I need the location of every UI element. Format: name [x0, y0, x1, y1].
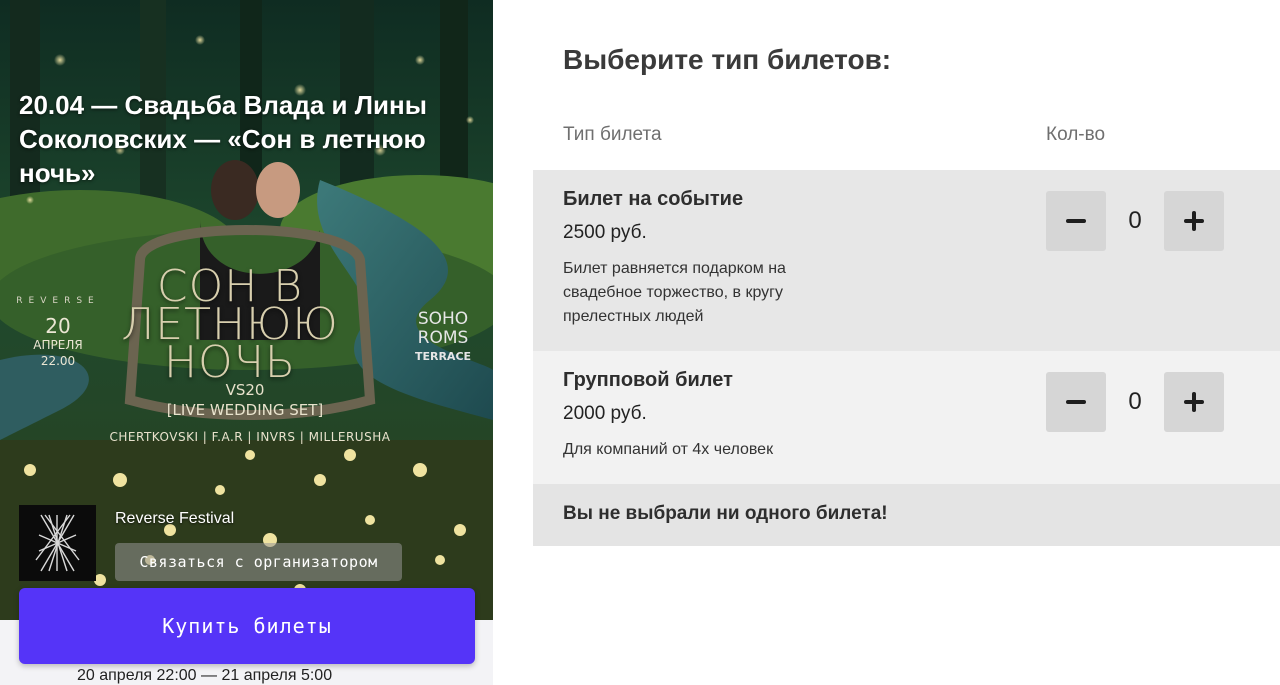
buy-tickets-button[interactable]: Купить билеты: [19, 588, 475, 664]
ticket-name: Групповой билет: [563, 369, 733, 391]
organizer-avatar[interactable]: [19, 505, 96, 581]
poster-headline: СОН В ЛЕТНЮЮ НОЧЬ: [121, 261, 339, 388]
selection-status-text: Вы не выбрали ни одного билета!: [563, 503, 888, 524]
ticket-price: 2500 руб.: [563, 222, 647, 243]
ticket-price: 2000 руб.: [563, 403, 647, 424]
poster-set: VS20 [LIVE WEDDING SET]: [130, 380, 360, 420]
reverse-logo-icon: [35, 514, 80, 572]
event-title: 20.04 — Свадьба Влада и Лины Соколовских…: [19, 90, 427, 188]
ticket-name: Билет на событие: [563, 188, 744, 210]
ticket-row: Групповой билет 2000 руб. Для компаний о…: [533, 351, 1280, 484]
plus-icon: [1184, 211, 1204, 231]
tickets-title: Выберите тип билетов:: [563, 44, 892, 75]
event-dates: 20 апреля 22:00 — 21 апреля 5:00: [77, 667, 333, 684]
plus-icon: [1184, 392, 1204, 412]
organizer-name[interactable]: Reverse Festival: [115, 510, 234, 528]
ticket-description: Для компаний от 4х человек: [563, 441, 774, 458]
poster-day: 20: [45, 314, 71, 338]
decrease-quantity-button[interactable]: [1046, 191, 1106, 251]
event-poster-panel: 20.04 — Свадьба Влада и Лины Соколовских…: [0, 0, 493, 685]
poster-set-name: VS20: [225, 381, 265, 399]
poster-time: 22.00: [40, 354, 76, 368]
selection-status-bar: Вы не выбрали ни одного билета!: [533, 484, 1280, 546]
ticket-description: Билет равняется подарком на свадебное то…: [563, 260, 786, 325]
minus-icon: [1066, 400, 1086, 404]
column-header-qty: Кол-во: [1046, 124, 1106, 145]
poster-lineup: CHERTKOVSKI | F.A.R | INVRS | MILLERUSHA: [109, 430, 391, 444]
quantity-value: 0: [1128, 388, 1142, 415]
contact-organizer-button[interactable]: Связаться с организатором: [115, 543, 402, 581]
quantity-value: 0: [1128, 207, 1142, 234]
poster-venue-sub: TERRACE: [414, 350, 472, 363]
increase-quantity-button[interactable]: [1164, 372, 1224, 432]
poster-venue: SOHO ROMS: [417, 309, 469, 348]
decrease-quantity-button[interactable]: [1046, 372, 1106, 432]
minus-icon: [1066, 219, 1086, 223]
poster-month: АПРЕЛЯ: [33, 338, 83, 352]
ticket-row: Билет на событие 2500 руб. Билет равняет…: [533, 170, 1280, 351]
increase-quantity-button[interactable]: [1164, 191, 1224, 251]
poster-brand: REVERSE: [16, 296, 100, 306]
column-header-type: Тип билета: [563, 124, 662, 145]
ticket-page: 20.04 — Свадьба Влада и Лины Соколовских…: [0, 0, 1280, 685]
poster-set-subtitle: [LIVE WEDDING SET]: [166, 401, 324, 419]
